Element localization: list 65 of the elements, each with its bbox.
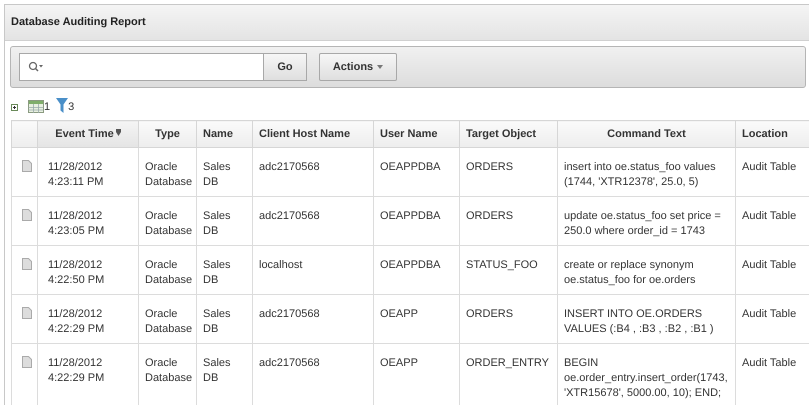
table-cell: Audit Table [742, 357, 796, 369]
table-cell: Oracle Database [145, 210, 192, 237]
view-count: 1 [44, 102, 50, 113]
table-cell: adc2170568 [259, 210, 320, 222]
go-button[interactable]: Go [263, 54, 306, 80]
table-cell: OEAPPDBA [380, 259, 441, 271]
table-cell: adc2170568 [259, 357, 320, 369]
table-cell: 11/28/2012 4:23:11 PM [48, 161, 104, 188]
table-cell: ORDERS [466, 210, 514, 222]
table-cell: Oracle Database [145, 308, 192, 335]
table-cell: adc2170568 [259, 308, 320, 320]
column-header[interactable]: Type [138, 120, 196, 148]
table-cell: localhost [259, 259, 302, 271]
actions-button[interactable]: Actions [319, 53, 397, 81]
table-cell: Audit Table [742, 161, 796, 173]
column-header[interactable]: Command Text [558, 120, 736, 148]
column-header[interactable]: Event Time [38, 120, 138, 148]
table-cell: OEAPPDBA [380, 161, 441, 173]
table-cell: Oracle Database [145, 259, 192, 286]
table-cell: Sales DB [203, 308, 231, 335]
region-title: Database Auditing Report [11, 15, 146, 30]
document-icon[interactable] [22, 209, 32, 221]
caret-icon [377, 65, 384, 69]
table-cell: BEGIN oe.order_entry.insert_order(1743, 'XTR15678', 5000.00, 10); END; [564, 357, 728, 399]
table-cell: update oe.status_foo set price = 250.0 where order_id = 1743 [564, 210, 721, 237]
table-cell: adc2170568 [259, 161, 320, 173]
search-icon[interactable] [28, 61, 44, 73]
column-header[interactable]: Name [196, 120, 252, 148]
filter-icon[interactable] [56, 98, 68, 113]
table-cell: Audit Table [742, 308, 796, 320]
document-icon[interactable] [22, 258, 32, 270]
table-cell: ORDER_ENTRY [466, 357, 549, 369]
column-header[interactable]: Client Host Name [252, 120, 374, 148]
document-icon[interactable] [22, 356, 32, 368]
column-header[interactable]: User Name [374, 120, 460, 148]
table-cell: Oracle Database [145, 357, 192, 384]
table-cell: Audit Table [742, 259, 796, 271]
table-cell: Sales DB [203, 259, 231, 286]
table-cell: OEAPP [380, 308, 418, 320]
table-cell: 11/28/2012 4:22:50 PM [48, 259, 104, 286]
table-cell: Sales DB [203, 161, 231, 188]
table-cell: create or replace synonym oe.status_foo for oe.orders [564, 259, 696, 286]
table-cell: Oracle Database [145, 161, 192, 188]
table-cell: Audit Table [742, 210, 796, 222]
table-cell: 11/28/2012 4:23:05 PM [48, 210, 104, 237]
table-cell: STATUS_FOO [466, 259, 538, 271]
expand-icon[interactable] [11, 104, 18, 111]
grid-icon[interactable] [28, 100, 44, 113]
table-cell: OEAPP [380, 357, 418, 369]
document-icon[interactable] [22, 307, 32, 319]
sort-descending-icon [116, 128, 121, 136]
column-header[interactable]: Target Object [460, 120, 558, 148]
search-field[interactable]: Go [19, 53, 307, 81]
table-cell: OEAPPDBA [380, 210, 441, 222]
column-header[interactable]: Location [736, 120, 809, 148]
table-cell: INSERT INTO OE.ORDERS VALUES (:B4 , :B3 , :B2 , :B1 ) [564, 308, 714, 335]
filter-count: 3 [68, 102, 74, 113]
table-cell: 11/28/2012 4:22:29 PM [48, 357, 104, 384]
table-cell: Sales DB [203, 357, 231, 384]
table-cell: Sales DB [203, 210, 231, 237]
table-cell: ORDERS [466, 161, 514, 173]
table-cell: ORDERS [466, 308, 514, 320]
table-cell: insert into oe.status_foo values (1744, 'XTR12378', 25.0, 5) [564, 161, 716, 188]
table-cell: 11/28/2012 4:22:29 PM [48, 308, 104, 335]
document-icon[interactable] [22, 160, 32, 172]
